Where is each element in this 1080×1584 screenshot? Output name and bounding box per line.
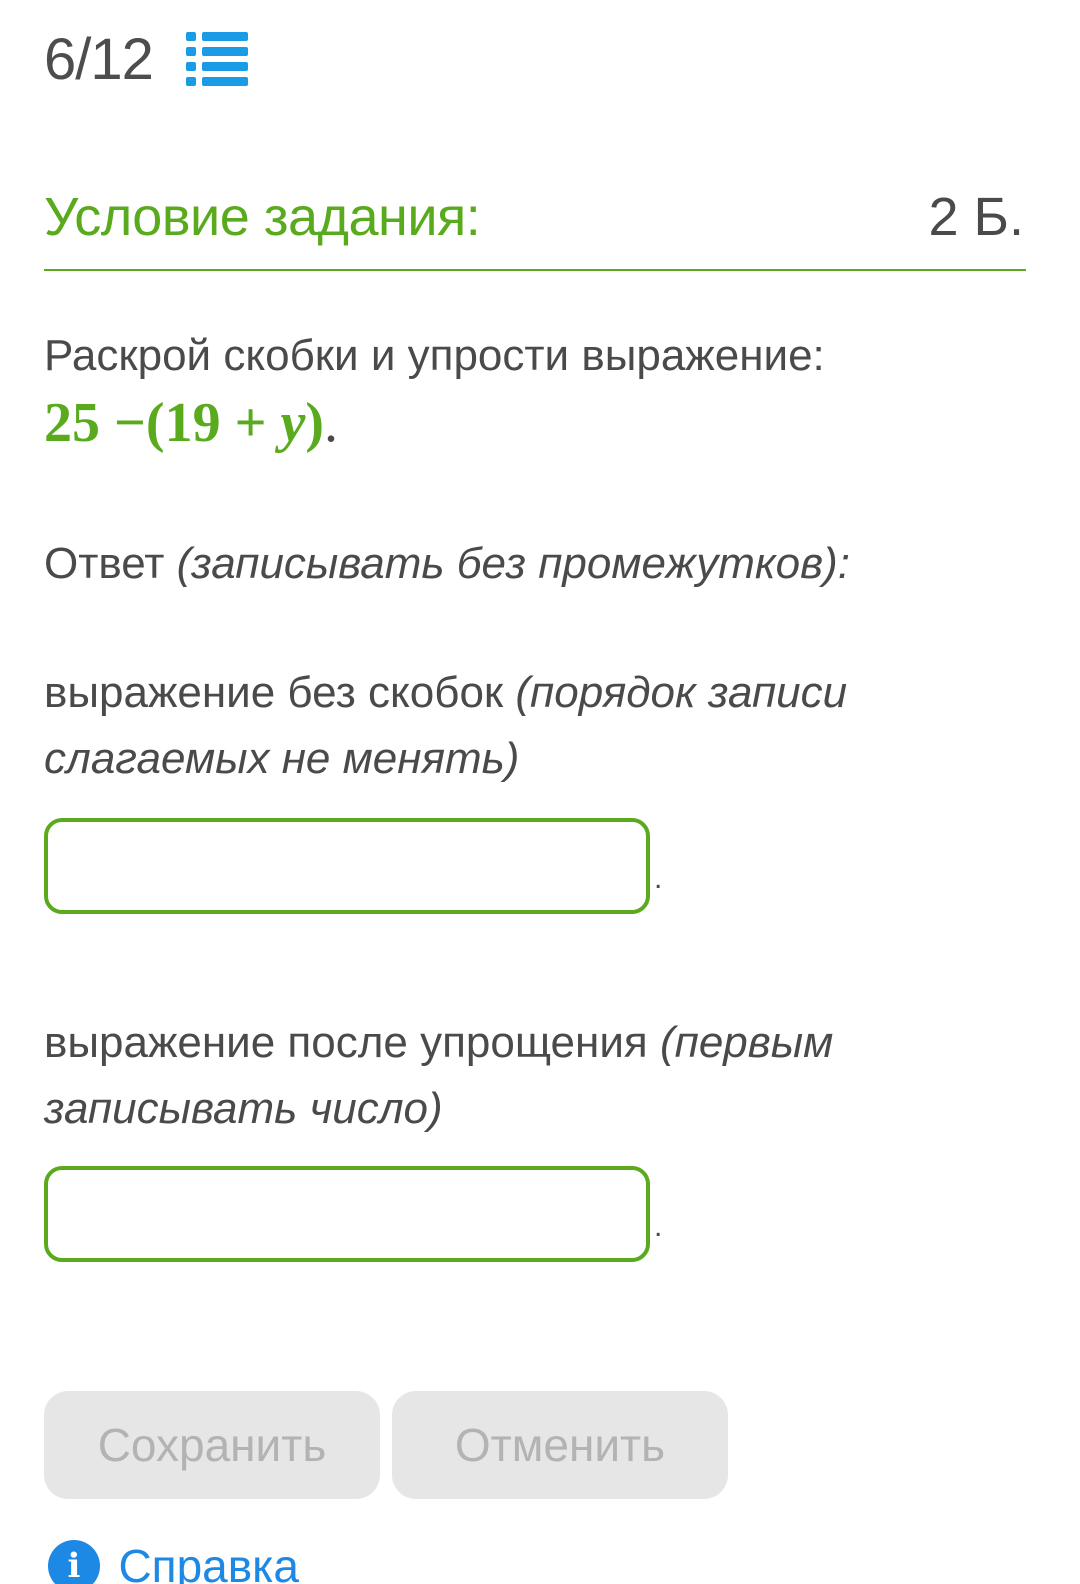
help-link-row[interactable]: i Справка: [48, 1540, 299, 1584]
help-link[interactable]: Справка: [118, 1540, 298, 1584]
answer-2-suffix: .: [654, 1210, 663, 1243]
expr-open: (19: [145, 392, 221, 454]
question-1-label: выражение без скобок (порядок записи сла…: [44, 660, 904, 792]
answer-hint: (записывать без промежутков):: [176, 539, 850, 588]
list-icon[interactable]: [186, 30, 248, 86]
expr-close: ): [305, 392, 325, 454]
answer-label: Ответ: [44, 539, 165, 588]
answer-input-1[interactable]: [44, 818, 650, 914]
expr-number: 25: [44, 392, 100, 454]
expr-minus: −: [114, 392, 146, 454]
task-text: Раскрой скобки и упрости выражение:: [44, 331, 825, 380]
question-counter: 6/12: [44, 27, 154, 92]
expr-variable: y: [280, 392, 306, 454]
expr-plus: +: [234, 392, 267, 454]
points-badge: 2 Б.: [928, 187, 1024, 247]
answer-input-2[interactable]: [44, 1166, 650, 1262]
save-button[interactable]: Сохранить: [44, 1391, 380, 1499]
question-1-text: выражение без скобок: [44, 668, 504, 717]
answer-1-suffix: .: [654, 862, 663, 895]
info-icon: i: [48, 1540, 100, 1584]
expr-dot: .: [324, 392, 339, 454]
section-divider: [44, 269, 1026, 271]
question-2-text: выражение после упрощения: [44, 1018, 648, 1067]
question-2-label: выражение после упрощения (первым записы…: [44, 1010, 904, 1142]
condition-title: Условие задания:: [44, 187, 481, 247]
answer-intro: Ответ (записывать без промежутков):: [44, 534, 850, 594]
math-expression: 25 −(19 + y).: [44, 390, 338, 456]
cancel-button[interactable]: Отменить: [392, 1391, 728, 1499]
